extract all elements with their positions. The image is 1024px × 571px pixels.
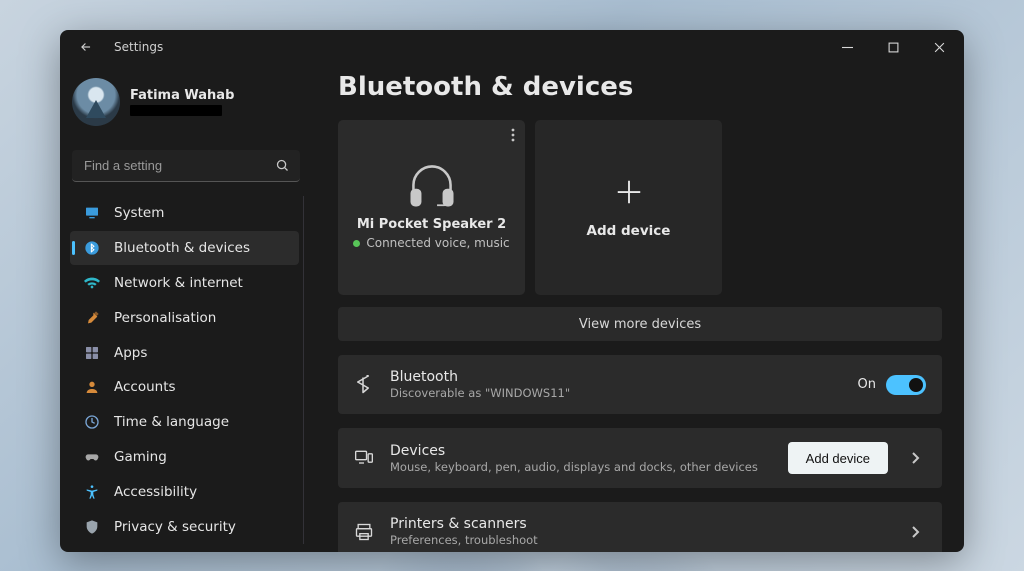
nav-label: Network & internet [114, 275, 243, 291]
nav-label: Privacy & security [114, 519, 236, 535]
add-device-card[interactable]: Add device [535, 120, 722, 295]
bluetooth-icon [84, 240, 100, 256]
headphones-icon [405, 161, 459, 209]
bluetooth-title: Bluetooth [390, 369, 842, 385]
window-controls [824, 32, 962, 62]
titlebar: Settings [60, 30, 964, 64]
nav-list: System Bluetooth & devices Network & int… [70, 196, 304, 544]
minimize-icon [842, 42, 853, 53]
content-area: Bluetooth & devices Mi Pocket Speaker 2 … [310, 64, 964, 552]
nav-label: Accounts [114, 379, 176, 395]
system-icon [84, 205, 100, 221]
sidebar-item-network[interactable]: Network & internet [70, 266, 299, 300]
device-status-row: Connected voice, music [353, 236, 509, 250]
profile-name: Fatima Wahab [130, 88, 234, 103]
bluetooth-icon [354, 375, 374, 395]
printers-subtitle: Preferences, troubleshoot [390, 533, 888, 547]
back-arrow-icon [79, 40, 93, 54]
more-vertical-icon [511, 128, 515, 142]
wifi-icon [84, 275, 100, 291]
status-dot-icon [353, 240, 360, 247]
maximize-icon [888, 42, 899, 53]
sidebar-item-accounts[interactable]: Accounts [70, 371, 299, 405]
shield-icon [84, 519, 100, 535]
search-input[interactable] [72, 150, 300, 182]
sidebar-item-system[interactable]: System [70, 196, 299, 230]
nav-label: Gaming [114, 449, 167, 465]
add-device-button[interactable]: Add device [788, 442, 888, 474]
maximize-button[interactable] [870, 32, 916, 62]
nav-label: Accessibility [114, 484, 197, 500]
bluetooth-toggle-row: Bluetooth Discoverable as "WINDOWS11" On [338, 355, 942, 414]
add-device-label: Add device [587, 223, 671, 239]
device-card-menu-button[interactable] [511, 128, 515, 146]
plus-icon [614, 177, 644, 207]
search-wrap [72, 150, 300, 182]
device-card[interactable]: Mi Pocket Speaker 2 Connected voice, mus… [338, 120, 525, 295]
devices-subtitle: Mouse, keyboard, pen, audio, displays an… [390, 460, 772, 474]
profile-block[interactable]: Fatima Wahab [70, 72, 304, 140]
nav-label: Time & language [114, 414, 229, 430]
nav-label: System [114, 205, 164, 221]
bluetooth-toggle[interactable] [886, 375, 926, 395]
chevron-right-icon [904, 525, 926, 539]
close-button[interactable] [916, 32, 962, 62]
devices-icon [354, 448, 374, 468]
window-title: Settings [114, 40, 163, 54]
back-button[interactable] [72, 33, 100, 61]
accessibility-icon [84, 484, 100, 500]
sidebar-item-privacy[interactable]: Privacy & security [70, 510, 299, 544]
more-bar-label: View more devices [579, 317, 701, 332]
sidebar-item-gaming[interactable]: Gaming [70, 440, 299, 474]
sidebar-item-accessibility[interactable]: Accessibility [70, 475, 299, 509]
close-icon [934, 42, 945, 53]
devices-row[interactable]: Devices Mouse, keyboard, pen, audio, dis… [338, 428, 942, 488]
gamepad-icon [84, 449, 100, 465]
person-icon [84, 379, 100, 395]
view-more-devices-button[interactable]: View more devices [338, 307, 942, 341]
devices-title: Devices [390, 443, 772, 459]
profile-email-redacted [130, 105, 222, 116]
chevron-right-icon [904, 451, 926, 465]
settings-window: Settings Fatima Wahab [60, 30, 964, 552]
search-icon [275, 158, 290, 177]
sidebar-item-personalisation[interactable]: Personalisation [70, 301, 299, 335]
bluetooth-subtitle: Discoverable as "WINDOWS11" [390, 386, 842, 400]
paintbrush-icon [84, 310, 100, 326]
nav-label: Apps [114, 345, 147, 361]
sidebar-item-apps[interactable]: Apps [70, 336, 299, 370]
minimize-button[interactable] [824, 32, 870, 62]
nav-label: Bluetooth & devices [114, 240, 250, 256]
printers-row[interactable]: Printers & scanners Preferences, trouble… [338, 502, 942, 552]
avatar [72, 78, 120, 126]
page-title: Bluetooth & devices [338, 72, 942, 102]
device-name: Mi Pocket Speaker 2 [357, 217, 506, 232]
sidebar-item-time[interactable]: Time & language [70, 405, 299, 439]
toggle-state-label: On [858, 377, 876, 392]
sidebar-item-bluetooth[interactable]: Bluetooth & devices [70, 231, 299, 265]
printer-icon [354, 522, 374, 542]
nav-label: Personalisation [114, 310, 216, 326]
sidebar: Fatima Wahab System Bluetooth & devices [60, 64, 310, 552]
printers-title: Printers & scanners [390, 516, 888, 532]
device-status: Connected voice, music [366, 236, 509, 250]
apps-icon [84, 345, 100, 361]
clock-globe-icon [84, 414, 100, 430]
device-cards-row: Mi Pocket Speaker 2 Connected voice, mus… [338, 120, 942, 295]
